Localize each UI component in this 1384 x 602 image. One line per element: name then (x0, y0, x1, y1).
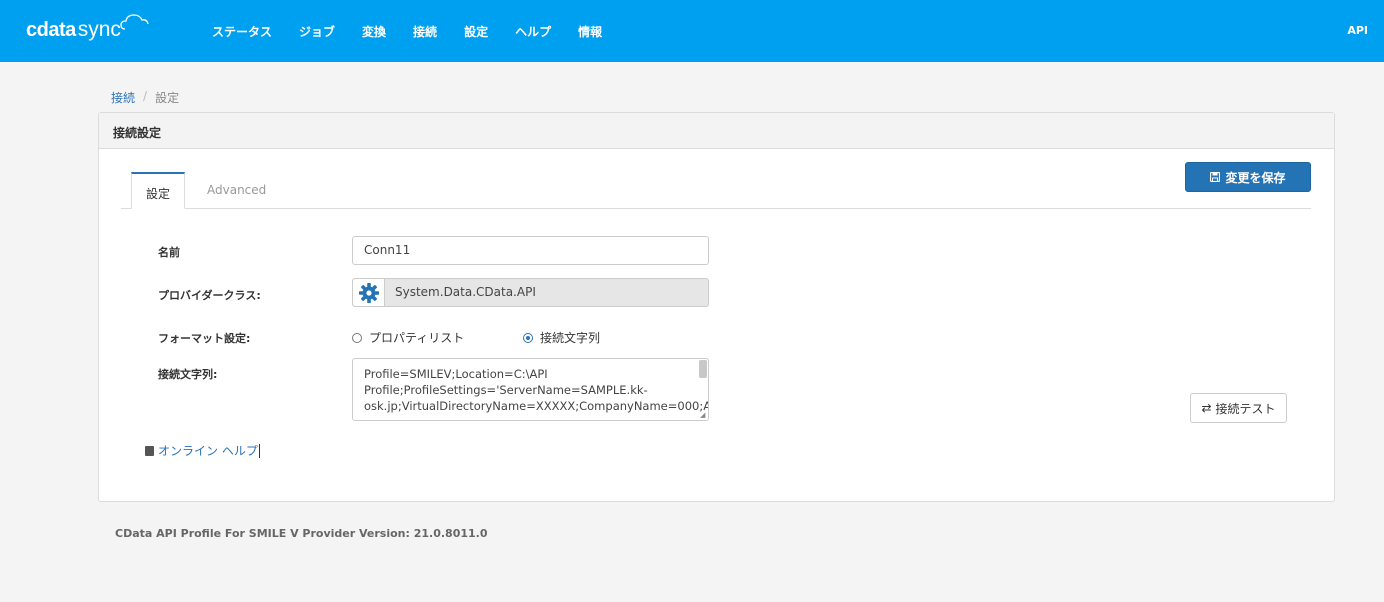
book-icon (145, 445, 154, 456)
format-setting-label: フォーマット設定: (158, 332, 251, 345)
save-changes-label: 変更を保存 (1225, 170, 1286, 185)
tab-advanced[interactable]: Advanced (195, 172, 280, 209)
logo-sync-text: sync (77, 18, 121, 41)
connection-settings-panel: 接続設定 設定 Advanced 変更を保存 名前 Conn11 プロバイダーク… (98, 112, 1335, 502)
api-link[interactable]: API (1347, 24, 1368, 37)
radio-property-list[interactable] (352, 332, 362, 343)
online-help-link[interactable]: オンライン ヘルプ (145, 442, 260, 459)
logo-cloud-icon (120, 14, 149, 30)
textarea-scrollbar[interactable] (699, 360, 707, 378)
test-connection-button[interactable]: ⇄ 接続テスト (1190, 393, 1287, 423)
breadcrumb-connections-link[interactable]: 接続 (111, 89, 135, 106)
breadcrumb: 接続 / 設定 (111, 89, 179, 106)
online-help-label: オンライン ヘルプ (158, 444, 258, 458)
nav-connections[interactable]: 接続 (413, 23, 437, 40)
main-nav: ステータス ジョブ 変換 接続 設定 ヘルプ 情報 (212, 0, 629, 62)
cdata-sync-logo[interactable]: cdata sync (26, 12, 149, 48)
textarea-resize-handle[interactable]: ◢ (700, 412, 707, 419)
provider-version-text: CData API Profile For SMILE V Provider V… (115, 527, 488, 540)
radio-property-list-label: プロパティリスト (369, 331, 465, 345)
provider-class-field: System.Data.CData.API (352, 278, 709, 307)
name-label: 名前 (158, 246, 180, 259)
gear-icon (358, 282, 379, 303)
nav-info[interactable]: 情報 (578, 23, 602, 40)
tab-settings[interactable]: 設定 (131, 172, 185, 209)
exchange-arrows-icon: ⇄ (1201, 401, 1212, 415)
format-option-property-list[interactable]: プロパティリスト (352, 329, 464, 346)
radio-connection-string[interactable] (523, 332, 533, 343)
provider-class-label: プロバイダークラス: (158, 289, 261, 302)
save-changes-button[interactable]: 変更を保存 (1185, 162, 1311, 192)
test-connection-label: 接続テスト (1215, 401, 1276, 416)
format-option-connection-string[interactable]: 接続文字列 (523, 329, 600, 346)
connection-string-textarea[interactable]: Profile=SMILEV;Location=C:\API Profile;P… (352, 358, 709, 421)
nav-transform[interactable]: 変換 (362, 23, 386, 40)
connection-string-value: Profile=SMILEV;Location=C:\API Profile;P… (364, 367, 708, 413)
breadcrumb-current: 設定 (155, 91, 180, 105)
settings-tabs: 設定 Advanced (121, 172, 1311, 209)
panel-title: 接続設定 (99, 113, 1334, 149)
text-cursor (258, 443, 260, 458)
connection-string-label: 接続文字列: (158, 368, 218, 381)
nav-jobs[interactable]: ジョブ (299, 23, 335, 40)
provider-gear-button[interactable] (353, 279, 385, 306)
breadcrumb-separator: / (143, 89, 148, 103)
floppy-disk-icon (1210, 172, 1221, 182)
name-input[interactable]: Conn11 (352, 236, 709, 265)
nav-status[interactable]: ステータス (212, 23, 272, 40)
nav-settings[interactable]: 設定 (464, 23, 488, 40)
logo-cdata-text: cdata (26, 18, 76, 41)
nav-help[interactable]: ヘルプ (515, 23, 551, 40)
top-navigation-bar: cdata sync ステータス ジョブ 変換 接続 設定 ヘルプ 情報 API (0, 0, 1384, 62)
provider-class-value: System.Data.CData.API (395, 285, 536, 299)
radio-connection-string-label: 接続文字列 (540, 331, 601, 345)
